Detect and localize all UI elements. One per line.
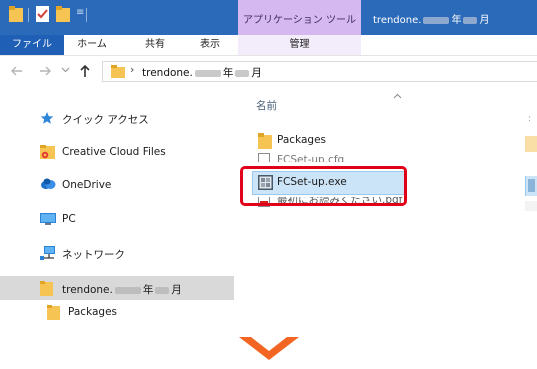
nav-item-label: OneDrive: [62, 179, 112, 191]
network-icon: [40, 246, 57, 260]
navigation-pane: クイック アクセス Creative Cloud Files OneDrive …: [0, 86, 234, 328]
column-header-label: 名前: [256, 100, 277, 112]
address-row: › trendone. 年 月: [0, 56, 537, 86]
document-icon: [258, 153, 270, 162]
highlight-box: [240, 166, 407, 206]
folder-name-year: 年: [142, 284, 154, 296]
star-icon: [40, 111, 54, 125]
customize-toolbar-icon[interactable]: ≡: [76, 7, 84, 18]
cloud-icon: [40, 178, 56, 190]
window-title-month: 月: [479, 15, 490, 26]
address-bar[interactable]: › trendone. 年 月: [102, 61, 537, 82]
creative-cloud-icon: [40, 145, 55, 159]
folder-icon: [9, 6, 23, 22]
ribbon-tab-bar: ファイル ホーム 共有 表示 管理: [0, 35, 537, 56]
properties-icon[interactable]: [36, 6, 49, 22]
nav-item-label: クイック アクセス: [62, 114, 149, 126]
nav-item-network[interactable]: ネットワーク: [0, 241, 234, 265]
column-divider: :: [528, 114, 532, 124]
file-name: Packages: [277, 134, 326, 146]
up-arrow-icon: [80, 64, 90, 77]
redacted-text: [235, 69, 250, 77]
nav-item-quick-access[interactable]: クイック アクセス: [0, 106, 234, 130]
redacted-text: [463, 16, 478, 24]
file-name: FCSet-up.cfg: [277, 154, 345, 162]
toolbar-separator: [28, 8, 29, 22]
chevron-down-icon: [61, 67, 70, 73]
left-arrow-icon: [11, 66, 22, 76]
file-row-fcset-cfg[interactable]: FCSet-up.cfg: [250, 150, 537, 162]
context-tab-label: アプリケーション ツール: [243, 15, 356, 26]
folder-icon: [40, 281, 53, 296]
column-header-name[interactable]: 名前: [250, 93, 537, 114]
recent-locations-button[interactable]: [61, 65, 70, 74]
nav-item-trendone-folder[interactable]: trendone. 年 月: [0, 276, 234, 300]
context-tab-application-tools[interactable]: アプリケーション ツール: [238, 0, 361, 35]
breadcrumb-current-folder[interactable]: trendone. 年 月: [142, 65, 262, 80]
nav-item-packages[interactable]: Packages: [0, 300, 234, 324]
nav-item-pc[interactable]: PC: [0, 207, 234, 231]
breadcrumb-prefix: trendone.: [142, 67, 193, 79]
chevron-up-icon: [393, 93, 402, 99]
next-column-folder-fragment: [525, 136, 537, 152]
nav-item-label: PC: [62, 213, 76, 225]
window-title: trendone. 年 月: [373, 11, 489, 26]
tab-home[interactable]: ホーム: [72, 35, 112, 55]
redacted-text: [114, 286, 141, 294]
nav-item-label: Creative Cloud Files: [62, 146, 166, 158]
next-column-fragment: [525, 201, 537, 211]
down-arrow-icon: [238, 336, 300, 362]
folder-name-prefix: trendone.: [62, 284, 113, 296]
toolbar-separator: [86, 8, 87, 22]
folder-icon: [47, 305, 60, 320]
redacted-text: [423, 16, 450, 24]
up-button[interactable]: [78, 64, 92, 78]
folder-icon: [258, 133, 272, 149]
nav-item-creative-cloud[interactable]: Creative Cloud Files: [0, 140, 234, 164]
next-column-icon-fragment: [528, 179, 535, 192]
nav-item-label: Packages: [68, 306, 117, 318]
nav-item-onedrive[interactable]: OneDrive: [0, 173, 234, 197]
new-folder-icon[interactable]: [56, 6, 70, 22]
back-button[interactable]: [10, 64, 24, 78]
folder-name-month: 月: [171, 284, 182, 296]
nav-item-label: trendone. 年 月: [62, 282, 182, 297]
breadcrumb-year: 年: [222, 67, 234, 79]
tab-manage[interactable]: 管理: [238, 35, 361, 55]
forward-button[interactable]: [38, 64, 52, 78]
folder-icon: [111, 65, 125, 78]
breadcrumb-month: 月: [251, 67, 262, 79]
file-list-pane: 名前 Packages FCSet-up.cfg FCSet-up.exe 最初…: [234, 86, 537, 328]
nav-item-label: ネットワーク: [62, 249, 125, 261]
monitor-icon: [40, 212, 56, 226]
tab-view[interactable]: 表示: [190, 35, 230, 55]
redacted-text: [194, 69, 221, 77]
quick-access-toolbar: ≡: [0, 4, 236, 28]
title-bar: ≡ アプリケーション ツール trendone. 年 月: [0, 0, 537, 35]
tab-file[interactable]: ファイル: [0, 35, 64, 55]
file-row-packages[interactable]: Packages: [250, 130, 537, 152]
breadcrumb-separator[interactable]: ›: [130, 63, 134, 76]
tab-share[interactable]: 共有: [135, 35, 175, 55]
redacted-text: [155, 286, 170, 294]
explorer-window: ≡ アプリケーション ツール trendone. 年月 ファイル ホーム 共有 表…: [0, 0, 537, 328]
window-title-prefix: trendone.: [373, 15, 422, 26]
window-title-year: 年: [451, 15, 462, 26]
right-arrow-icon: [40, 66, 51, 76]
